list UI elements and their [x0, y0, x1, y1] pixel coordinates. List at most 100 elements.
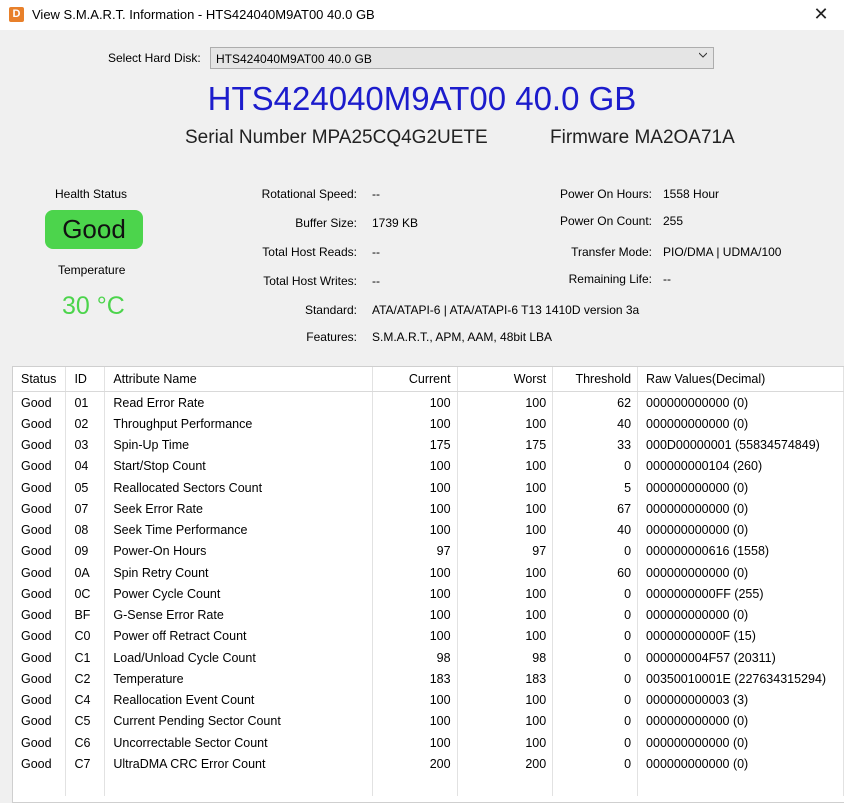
cell-status: Good: [13, 732, 67, 754]
cell-raw-value: 000000000000 (0): [637, 753, 844, 775]
cell-id: 03: [65, 434, 106, 456]
cell-worst: 100: [457, 604, 554, 626]
cell-raw-value: 000000000000 (0): [637, 498, 844, 520]
cell-id: C7: [65, 753, 106, 775]
cell-worst: 100: [457, 498, 554, 520]
temperature-value: 30 °C: [62, 292, 125, 320]
table-row[interactable]: Good 02 Throughput Performance 100 100 40 0000…: [13, 413, 844, 435]
cell-current: 100: [372, 413, 458, 435]
transfer-mode-label: Transfer Mode:: [571, 245, 652, 259]
cell-status: Good: [13, 647, 67, 669]
cell-worst: 100: [457, 710, 554, 732]
table-row[interactable]: Good 07 Seek Error Rate 100 100 67 00000000000…: [13, 498, 844, 520]
firmware-version: Firmware MA2OA71A: [550, 127, 735, 148]
cell-id: 0C: [65, 583, 106, 605]
column-header-status[interactable]: Status: [13, 367, 67, 392]
cell-raw-value: 000000000000 (0): [637, 391, 844, 414]
table-row[interactable]: Good 08 Seek Time Performance 100 100 40 00000…: [13, 519, 844, 541]
table-row[interactable]: Good C7 UltraDMA CRC Error Count 200 200 0 000…: [13, 753, 844, 775]
table-row[interactable]: Good BF G-Sense Error Rate 100 100 0 000000000…: [13, 604, 844, 626]
cell-status: Good: [13, 583, 67, 605]
cell-status: Good: [13, 477, 67, 499]
cell-id: C0: [65, 625, 106, 647]
cell-id: C5: [65, 710, 106, 732]
cell-status: Good: [13, 413, 67, 435]
cell-worst: 97: [457, 540, 554, 562]
cell-worst: 100: [457, 625, 554, 647]
empty-cell: [457, 774, 554, 796]
cell-worst: 100: [457, 391, 554, 414]
buffer-size-value: 1739 KB: [372, 216, 419, 230]
column-header-id[interactable]: ID: [65, 367, 106, 392]
column-header-attribute-name[interactable]: Attribute Name: [104, 367, 373, 392]
cell-id: 0A: [65, 562, 106, 584]
cell-threshold: 33: [552, 434, 639, 456]
serial-number: Serial Number MPA25CQ4G2UETE: [185, 127, 488, 148]
table-row[interactable]: Good 01 Read Error Rate 100 100 62 00000000000…: [13, 391, 844, 414]
cell-threshold: 5: [552, 477, 639, 499]
cell-current: 100: [372, 732, 458, 754]
cell-worst: 100: [457, 583, 554, 605]
table-row[interactable]: Good 09 Power-On Hours 97 97 0 000000000616 (1…: [13, 540, 844, 562]
power-on-hours-label: Power On Hours:: [559, 187, 652, 201]
empty-cell: [104, 774, 373, 796]
cell-id: 08: [65, 519, 106, 541]
table-row[interactable]: Good C0 Power off Retract Count 100 100 0 0000…: [13, 625, 844, 647]
table-row[interactable]: Good C6 Uncorrectable Sector Count 100 100 0 0…: [13, 732, 844, 754]
close-button[interactable]: ✕: [798, 0, 844, 30]
cell-threshold: 0: [552, 604, 639, 626]
cell-id: 01: [65, 391, 106, 414]
cell-attribute-name: Start/Stop Count: [104, 455, 373, 477]
temperature-label: Temperature: [58, 263, 126, 277]
cell-raw-value: 000000000000 (0): [637, 604, 844, 626]
cell-raw-value: 000000000000 (0): [637, 477, 844, 499]
cell-attribute-name: Seek Error Rate: [104, 498, 373, 520]
empty-cell: [637, 774, 844, 796]
table-row[interactable]: Good 05 Reallocated Sectors Count 100 100 5 00…: [13, 477, 844, 499]
table-row[interactable]: Good 04 Start/Stop Count 100 100 0 00000000010…: [13, 455, 844, 477]
cell-attribute-name: UltraDMA CRC Error Count: [104, 753, 373, 775]
hard-disk-select[interactable]: HTS424040M9AT00 40.0 GB: [210, 47, 714, 69]
cell-current: 100: [372, 455, 458, 477]
table-row[interactable]: Good 03 Spin-Up Time 175 175 33 000D00000001 (…: [13, 434, 844, 456]
rotational-speed-label: Rotational Speed:: [261, 187, 357, 201]
cell-raw-value: 000000000003 (3): [637, 689, 844, 711]
chevron-down-icon: [699, 52, 707, 58]
cell-raw-value: 000000000000 (0): [637, 710, 844, 732]
empty-cell: [372, 774, 458, 796]
power-on-count-value: 255: [663, 214, 684, 228]
cell-current: 200: [372, 753, 458, 775]
cell-id: BF: [65, 604, 106, 626]
cell-worst: 100: [457, 413, 554, 435]
cell-attribute-name: Load/Unload Cycle Count: [104, 647, 373, 669]
table-row[interactable]: Good C1 Load/Unload Cycle Count 98 98 0 000000…: [13, 647, 844, 669]
remaining-life-label: Remaining Life:: [568, 272, 652, 286]
column-header-threshold[interactable]: Threshold: [552, 367, 639, 392]
cell-threshold: 0: [552, 753, 639, 775]
cell-raw-value: 00000000000F (15): [637, 625, 844, 647]
column-header-current[interactable]: Current: [372, 367, 458, 392]
table-row[interactable]: Good C4 Reallocation Event Count 100 100 0 000…: [13, 689, 844, 711]
cell-threshold: 40: [552, 519, 639, 541]
cell-status: Good: [13, 710, 67, 732]
cell-attribute-name: Current Pending Sector Count: [104, 710, 373, 732]
cell-worst: 200: [457, 753, 554, 775]
cell-id: C2: [65, 668, 106, 690]
cell-raw-value: 000D00000001 (55834574849): [637, 434, 844, 456]
total-host-reads-value: --: [372, 245, 380, 259]
cell-attribute-name: Uncorrectable Sector Count: [104, 732, 373, 754]
table-row[interactable]: Good 0C Power Cycle Count 100 100 0 0000000000…: [13, 583, 844, 605]
smart-attributes-table[interactable]: Status ID Attribute Name Current Worst T…: [12, 366, 844, 803]
table-row[interactable]: Good C2 Temperature 183 183 0 00350010001E (22…: [13, 668, 844, 690]
cell-current: 100: [372, 498, 458, 520]
cell-status: Good: [13, 753, 67, 775]
table-row[interactable]: Good 0A Spin Retry Count 100 100 60 0000000000…: [13, 562, 844, 584]
column-header-raw-values[interactable]: Raw Values(Decimal): [637, 367, 844, 392]
standard-value: ATA/ATAPI-6 | ATA/ATAPI-6 T13 1410D vers…: [372, 303, 640, 317]
empty-cell: [13, 774, 67, 796]
cell-status: Good: [13, 540, 67, 562]
cell-status: Good: [13, 519, 67, 541]
cell-current: 183: [372, 668, 458, 690]
table-row[interactable]: Good C5 Current Pending Sector Count 100 100…: [13, 710, 844, 732]
column-header-worst[interactable]: Worst: [457, 367, 554, 392]
